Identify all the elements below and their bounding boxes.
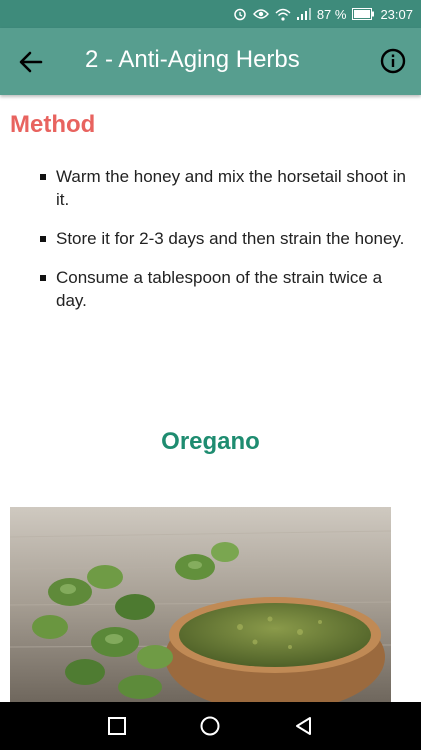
method-step: Consume a tablespoon of the strain twice… <box>40 266 410 312</box>
bullet-icon <box>40 236 46 242</box>
home-button[interactable] <box>198 714 222 738</box>
method-heading: Method <box>10 111 96 138</box>
method-step-text: Warm the honey and mix the horsetail sho… <box>56 167 406 209</box>
clock: 23:07 <box>380 6 413 22</box>
bullet-icon <box>40 174 46 180</box>
bullet-icon <box>40 275 46 281</box>
content-area[interactable]: Method Warm the honey and mix the horset… <box>0 95 421 702</box>
back-triangle-icon <box>296 717 311 735</box>
system-nav-bar <box>0 702 421 750</box>
method-step-text: Consume a tablespoon of the strain twice… <box>56 268 383 310</box>
wifi-icon <box>275 8 291 21</box>
method-step-text: Store it for 2-3 days and then strain th… <box>56 229 405 248</box>
method-step: Store it for 2-3 days and then strain th… <box>40 227 410 250</box>
system-back-button[interactable] <box>292 714 316 738</box>
signal-icon <box>296 8 311 20</box>
app-title: 2 - Anti-Aging Herbs <box>85 46 300 73</box>
battery-icon <box>352 8 375 20</box>
alarm-icon <box>233 7 247 21</box>
info-button[interactable] <box>380 48 406 74</box>
oregano-image <box>10 507 391 702</box>
arrow-back-icon <box>19 51 43 73</box>
section-heading-oregano: Oregano <box>161 428 260 455</box>
app-bar: 2 - Anti-Aging Herbs <box>0 28 421 95</box>
back-button[interactable] <box>17 48 45 76</box>
info-icon <box>380 48 406 74</box>
home-icon <box>200 716 220 736</box>
method-step: Warm the honey and mix the horsetail sho… <box>40 165 410 211</box>
battery-percent: 87 % <box>316 6 347 22</box>
status-bar: 87 % 23:07 <box>0 0 421 28</box>
recent-apps-button[interactable] <box>105 714 129 738</box>
eye-icon <box>252 8 269 20</box>
method-steps-list: Warm the honey and mix the horsetail sho… <box>40 165 410 328</box>
recent-apps-icon <box>108 717 126 735</box>
